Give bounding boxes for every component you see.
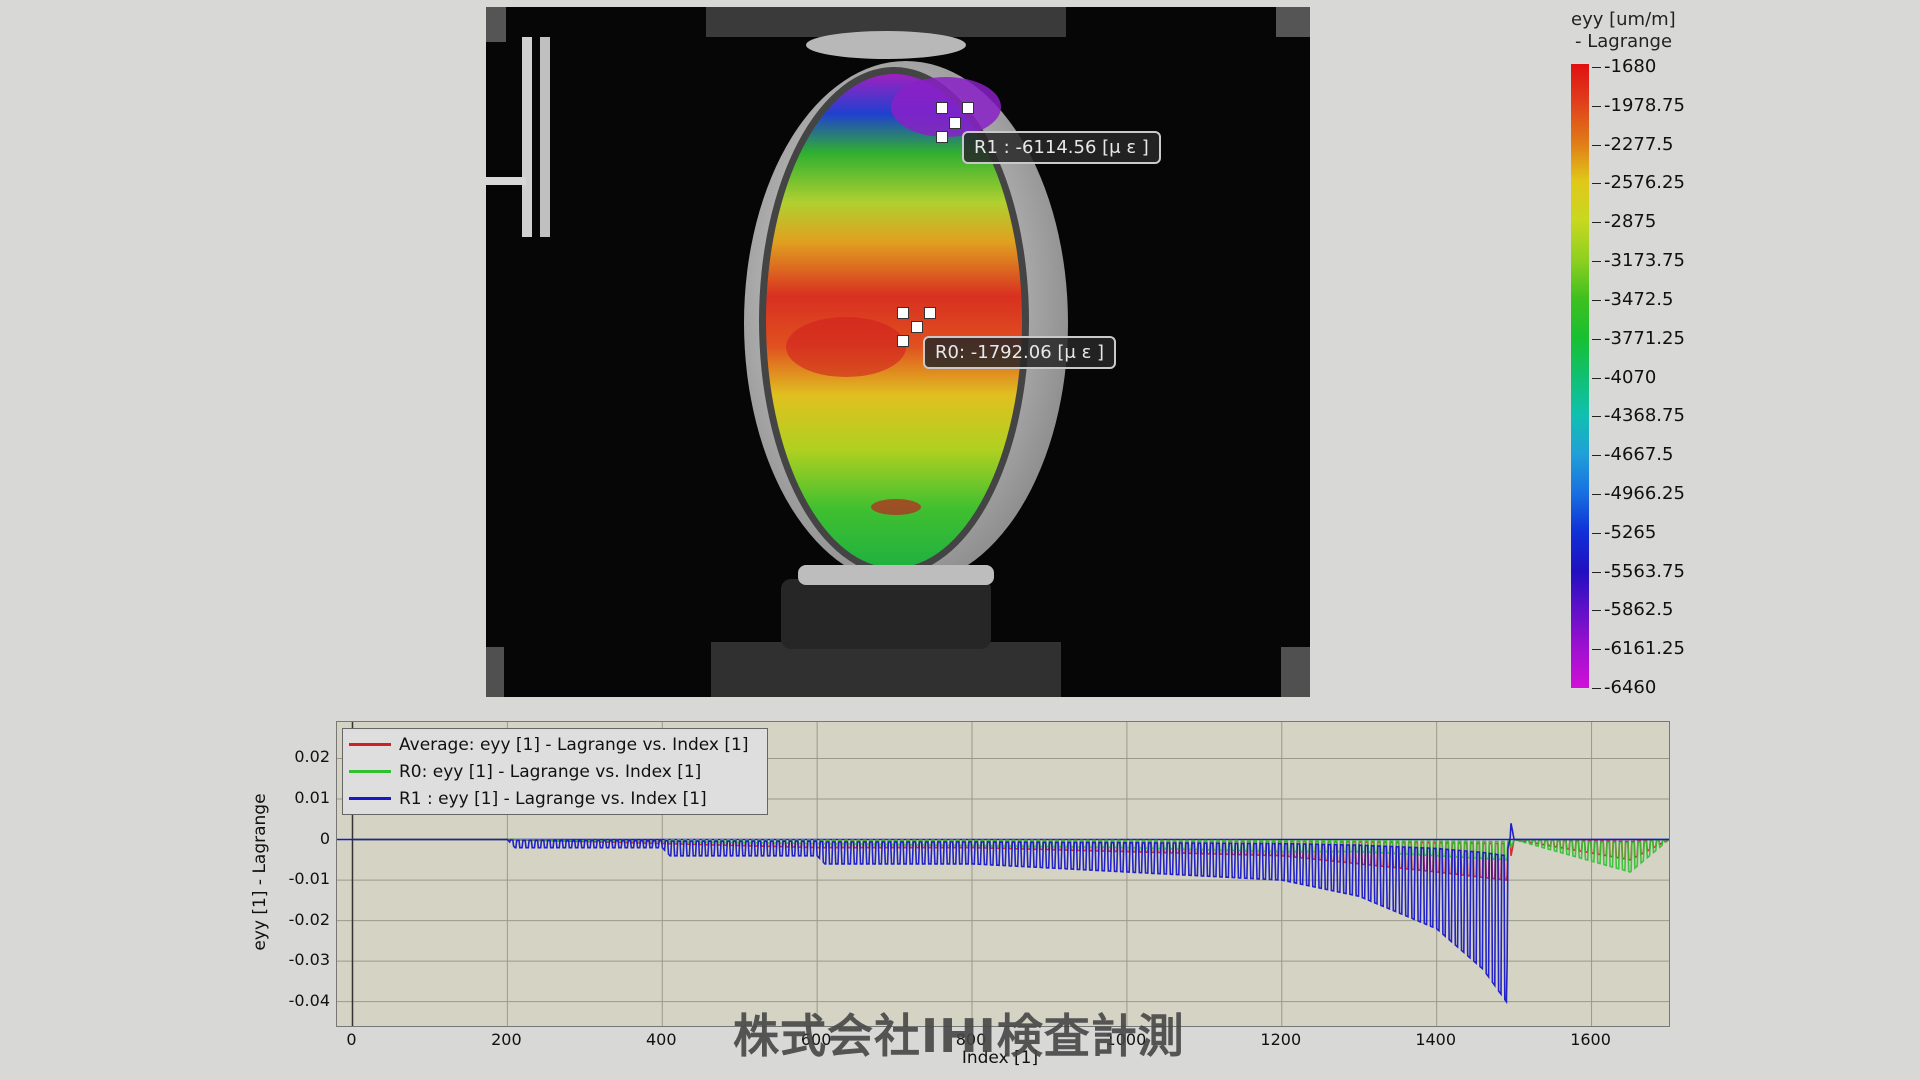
y-tick-label: 0.02 [294, 747, 330, 767]
y-tick-label: -0.04 [288, 990, 330, 1010]
colorbar-tick [1592, 416, 1601, 418]
x-tick-label: 1600 [1570, 1030, 1611, 1049]
legend-item: R0: eyy [1] - Lagrange vs. Index [1] [343, 758, 767, 785]
colorbar-tick [1592, 493, 1601, 495]
x-tick-label: 1200 [1260, 1030, 1302, 1049]
legend-label: R1 : eyy [1] - Lagrange vs. Index [1] [399, 788, 707, 809]
y-tick-label: -0.01 [288, 869, 330, 889]
colorbar-title: eyy [um/m] [1571, 9, 1676, 30]
colorbar-tick-label: -6460 [1604, 677, 1657, 698]
colorbar-tick [1592, 649, 1601, 651]
colorbar-tick [1592, 183, 1601, 185]
x-tick-label: 1400 [1415, 1030, 1457, 1049]
colorbar-tick [1592, 377, 1601, 379]
colorbar-tick [1592, 571, 1601, 573]
y-axis-label: eyy [1] - Lagrange [250, 793, 270, 951]
company-watermark: 株式会社IHI検査計測 [733, 1009, 1185, 1063]
egg-strain-image [486, 7, 1310, 697]
colorbar-tick [1592, 222, 1601, 224]
dic-image-panel: R1 : -6114.56 [μ ε ] R0: -1792.06 [μ ε ] [486, 7, 1310, 697]
colorbar-tick-label: -1978.75 [1604, 94, 1685, 116]
legend-swatch [349, 797, 391, 800]
colorbar [1571, 64, 1589, 688]
x-tick-label: 200 [491, 1030, 522, 1049]
roi-r0-marker[interactable] [911, 321, 923, 333]
legend-swatch [349, 743, 391, 746]
colorbar-subtitle: - Lagrange [1575, 31, 1673, 52]
roi-r1-marker[interactable] [962, 102, 974, 114]
colorbar-tick-label: -3472.5 [1604, 288, 1674, 310]
legend-swatch [349, 770, 391, 773]
r0-callout: R0: -1792.06 [μ ε ] [923, 336, 1117, 369]
legend-item: R1 : eyy [1] - Lagrange vs. Index [1] [343, 785, 767, 812]
colorbar-tick-label: -1680 [1604, 56, 1657, 77]
roi-r0-marker[interactable] [897, 307, 909, 319]
series-line [352, 823, 1669, 1005]
chart-legend: Average: eyy [1] - Lagrange vs. Index [1… [342, 728, 768, 815]
colorbar-tick-label: -5265 [1604, 521, 1657, 543]
colorbar-tick [1592, 67, 1601, 68]
colorbar-tick [1592, 261, 1601, 263]
y-tick-label: 0 [319, 828, 330, 848]
colorbar-tick-label: -5862.5 [1604, 599, 1674, 621]
roi-r0-marker[interactable] [897, 335, 909, 347]
colorbar-tick-label: -5563.75 [1604, 560, 1685, 582]
roi-r0-marker[interactable] [924, 307, 936, 319]
colorbar-tick-label: -2277.5 [1604, 133, 1674, 155]
y-tick-label: 0.01 [294, 788, 330, 807]
colorbar-tick-label: -2875 [1604, 211, 1657, 233]
colorbar-tick-label: -2576.25 [1604, 172, 1685, 194]
y-tick-label: -0.03 [288, 950, 330, 970]
colorbar-tick-label: -4966.25 [1604, 482, 1685, 504]
legend-item: Average: eyy [1] - Lagrange vs. Index [1… [343, 731, 767, 758]
colorbar-tick-label: -4667.5 [1604, 444, 1674, 466]
colorbar-tick [1592, 299, 1601, 301]
colorbar-tick-label: -4368.75 [1604, 405, 1685, 427]
roi-r1-marker[interactable] [936, 131, 948, 143]
colorbar-tick [1592, 144, 1601, 146]
colorbar-tick-label: -4070 [1604, 366, 1657, 388]
x-tick-label: 400 [645, 1030, 677, 1049]
x-tick-label: 0 [346, 1030, 357, 1049]
roi-r1-marker[interactable] [936, 102, 948, 114]
colorbar-tick [1592, 455, 1601, 457]
colorbar-tick [1592, 532, 1601, 534]
colorbar-tick [1592, 105, 1601, 107]
roi-r1-marker[interactable] [949, 117, 961, 129]
y-tick-label: -0.02 [288, 909, 330, 929]
colorbar-tick [1592, 688, 1601, 689]
colorbar-tick-label: -3173.75 [1604, 250, 1685, 272]
colorbar-tick [1592, 610, 1601, 612]
legend-label: R0: eyy [1] - Lagrange vs. Index [1] [399, 761, 702, 782]
legend-label: Average: eyy [1] - Lagrange vs. Index [1… [399, 734, 749, 755]
colorbar-tick-label: -3771.25 [1604, 327, 1685, 349]
colorbar-tick-label: -6161.25 [1604, 638, 1685, 660]
r1-callout: R1 : -6114.56 [μ ε ] [962, 131, 1161, 164]
colorbar-tick [1592, 338, 1601, 340]
